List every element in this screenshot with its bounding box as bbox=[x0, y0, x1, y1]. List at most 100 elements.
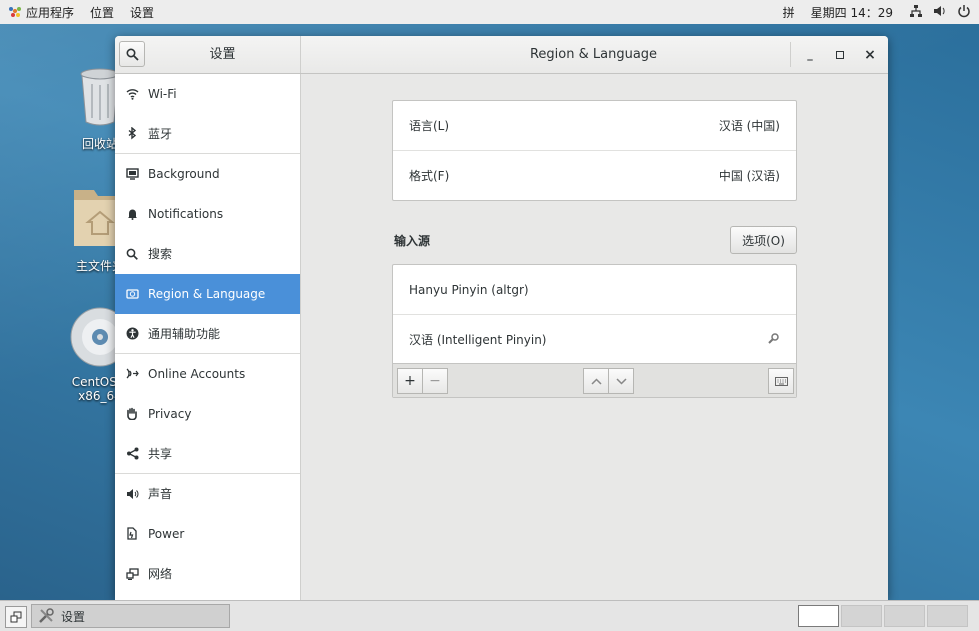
sidebar-item-label: 通用辅助功能 bbox=[148, 327, 221, 341]
chevron-up-icon bbox=[590, 377, 602, 385]
input-sources-heading: 输入源 bbox=[394, 234, 431, 248]
sidebar-item-label: Wi-Fi bbox=[148, 86, 177, 101]
sidebar-item-bluetooth[interactable]: 蓝牙 bbox=[115, 114, 300, 154]
sidebar-item-network[interactable]: 网络 bbox=[115, 554, 300, 594]
sidebar-item-notifications[interactable]: Notifications bbox=[115, 194, 300, 234]
sidebar-item-label: Background bbox=[148, 166, 220, 181]
bottom-panel: 设置 bbox=[0, 600, 979, 631]
move-down-button[interactable] bbox=[608, 368, 634, 394]
input-source-label: 汉语 (Intelligent Pinyin) bbox=[409, 333, 547, 347]
maximize-button[interactable] bbox=[825, 36, 855, 73]
sidebar-item-online-accounts[interactable]: Online Accounts bbox=[115, 354, 300, 394]
minimize-button[interactable]: _ bbox=[795, 36, 825, 73]
close-button[interactable]: × bbox=[855, 36, 885, 73]
search-button[interactable] bbox=[119, 41, 145, 67]
bluetooth-icon bbox=[125, 127, 139, 141]
online-accounts-icon bbox=[125, 367, 139, 381]
privacy-hand-icon bbox=[125, 407, 139, 421]
language-formats-card: 语言(L) 汉语 (中国) 格式(F) 中国 (汉语) bbox=[392, 100, 797, 201]
sidebar-item-label: Region & Language bbox=[148, 286, 266, 301]
show-desktop-button[interactable] bbox=[5, 606, 27, 628]
sidebar-item-label: 搜索 bbox=[148, 247, 173, 261]
sidebar-item-accessibility[interactable]: 通用辅助功能 bbox=[115, 314, 300, 354]
bell-icon bbox=[125, 207, 139, 221]
workspace-2[interactable] bbox=[841, 605, 882, 627]
input-sources-toolbar: + − bbox=[393, 363, 796, 397]
sidebar-item-search[interactable]: 搜索 bbox=[115, 234, 300, 274]
input-source-label: Hanyu Pinyin (altgr) bbox=[409, 282, 529, 297]
close-icon: × bbox=[864, 46, 876, 63]
taskbar-item-label: 设置 bbox=[61, 609, 86, 624]
sidebar-item-label: 共享 bbox=[148, 447, 173, 461]
sidebar-item-label: 网络 bbox=[148, 567, 173, 581]
applications-label: 应用程序 bbox=[26, 5, 75, 20]
language-label: 语言(L) bbox=[409, 119, 450, 133]
speaker-icon bbox=[125, 487, 139, 501]
move-up-button[interactable] bbox=[583, 368, 609, 394]
places-label: 位置 bbox=[90, 5, 115, 20]
power-plug-icon bbox=[125, 527, 139, 541]
applications-menu[interactable]: 应用程序 bbox=[0, 4, 82, 21]
network-status-icon[interactable] bbox=[909, 4, 923, 21]
sidebar-header: 设置 bbox=[115, 36, 301, 73]
input-source-row[interactable]: Hanyu Pinyin (altgr) bbox=[393, 265, 796, 314]
wifi-icon bbox=[125, 87, 139, 101]
input-source-settings-icon[interactable] bbox=[767, 332, 780, 348]
share-icon bbox=[125, 447, 139, 461]
network-icon bbox=[125, 567, 139, 581]
show-desktop-icon bbox=[10, 611, 22, 623]
add-input-source-button[interactable]: + bbox=[397, 368, 423, 394]
sidebar-item-sharing[interactable]: 共享 bbox=[115, 434, 300, 474]
sidebar-item-label: Online Accounts bbox=[148, 366, 246, 381]
title-bar[interactable]: 设置 Region & Language _ × bbox=[115, 36, 888, 74]
sidebar-item-power[interactable]: Power bbox=[115, 514, 300, 554]
region-icon bbox=[125, 287, 139, 301]
settings-tools-icon bbox=[39, 608, 54, 623]
accessibility-icon bbox=[125, 327, 139, 341]
sidebar-item-region-language[interactable]: Region & Language bbox=[115, 274, 300, 314]
sidebar-item-label: Power bbox=[148, 526, 185, 541]
workspace-4[interactable] bbox=[927, 605, 968, 627]
power-icon[interactable] bbox=[957, 4, 971, 21]
places-menu[interactable]: 位置 bbox=[82, 4, 122, 21]
show-keyboard-layout-button[interactable] bbox=[768, 368, 794, 394]
formats-value: 中国 (汉语) bbox=[718, 169, 780, 183]
search-icon bbox=[125, 247, 139, 261]
remove-input-source-button[interactable]: − bbox=[422, 368, 448, 394]
keyboard-icon bbox=[774, 376, 788, 386]
region-language-panel: 语言(L) 汉语 (中国) 格式(F) 中国 (汉语) 输入源 选项(O) Ha… bbox=[301, 74, 888, 600]
taskbar-item-settings[interactable]: 设置 bbox=[31, 604, 230, 628]
options-button[interactable]: 选项(O) bbox=[730, 226, 797, 254]
settings-menu[interactable]: 设置 bbox=[122, 4, 162, 21]
sidebar-item-label: 声音 bbox=[148, 487, 173, 501]
input-sources-card: Hanyu Pinyin (altgr) 汉语 (Intelligent Pin… bbox=[392, 264, 797, 398]
settings-window: 设置 Region & Language _ × Wi-Fi 蓝牙 Backgr… bbox=[115, 36, 888, 600]
formats-row[interactable]: 格式(F) 中国 (汉语) bbox=[393, 150, 796, 200]
sidebar-item-label: 蓝牙 bbox=[148, 127, 173, 141]
sidebar-item-label: Privacy bbox=[148, 406, 192, 421]
sidebar-item-privacy[interactable]: Privacy bbox=[115, 394, 300, 434]
formats-label: 格式(F) bbox=[409, 169, 450, 183]
clock[interactable]: 星期四 14：29 bbox=[805, 4, 899, 21]
sidebar-item-background[interactable]: Background bbox=[115, 154, 300, 194]
input-method-indicator[interactable]: 拼 bbox=[783, 4, 795, 21]
applications-icon bbox=[8, 4, 22, 21]
minus-icon: − bbox=[429, 373, 441, 389]
top-bar: 应用程序 位置 设置 拼 星期四 14：29 bbox=[0, 0, 979, 25]
chevron-down-icon bbox=[615, 377, 627, 385]
sidebar-item-wifi[interactable]: Wi-Fi bbox=[115, 74, 300, 114]
maximize-icon bbox=[836, 50, 844, 59]
input-source-row[interactable]: 汉语 (Intelligent Pinyin) bbox=[393, 314, 796, 364]
minimize-icon: _ bbox=[807, 48, 813, 61]
workspace-3[interactable] bbox=[884, 605, 925, 627]
sidebar-item-sound[interactable]: 声音 bbox=[115, 474, 300, 514]
search-icon bbox=[125, 47, 139, 61]
workspace-1[interactable] bbox=[798, 605, 839, 627]
language-row[interactable]: 语言(L) 汉语 (中国) bbox=[393, 101, 796, 150]
volume-icon[interactable] bbox=[933, 4, 947, 21]
settings-label: 设置 bbox=[130, 5, 155, 20]
plus-icon: + bbox=[404, 373, 416, 389]
sidebar-title: 设置 bbox=[209, 47, 236, 62]
settings-sidebar: Wi-Fi 蓝牙 Background Notifications 搜索 Reg… bbox=[115, 74, 301, 600]
background-icon bbox=[125, 167, 139, 181]
